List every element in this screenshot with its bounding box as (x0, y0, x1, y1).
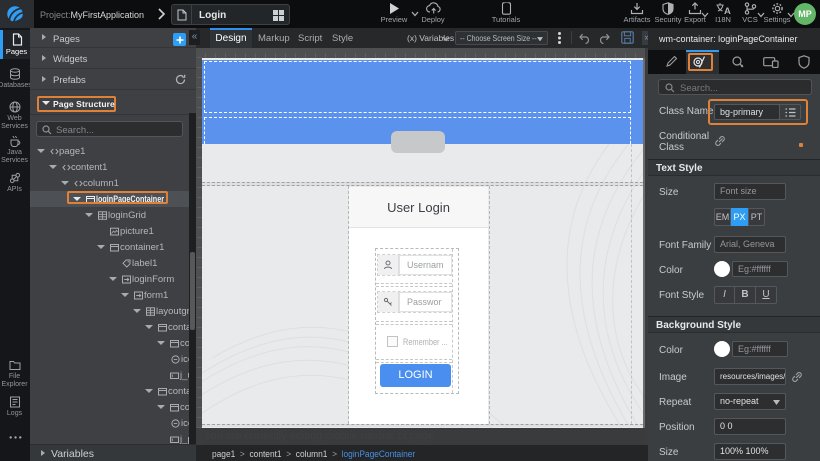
svg-text:A: A (724, 6, 731, 15)
